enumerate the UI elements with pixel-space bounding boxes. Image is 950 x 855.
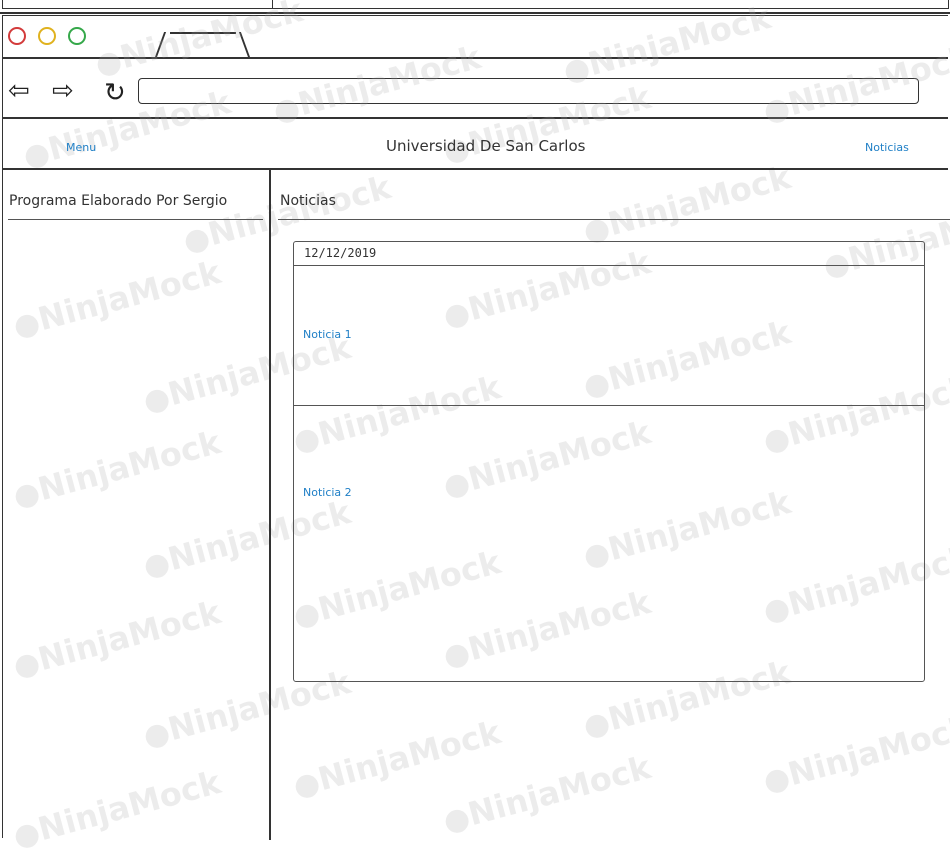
maximize-window-button[interactable]: [68, 27, 86, 45]
top-strip-frame: [2, 0, 949, 9]
reload-icon[interactable]: ↻: [104, 80, 126, 106]
back-arrow-icon[interactable]: ⇦: [8, 78, 30, 104]
noticias-nav-link[interactable]: Noticias: [865, 141, 909, 154]
news-item-link-1[interactable]: Noticia 1: [303, 328, 352, 341]
news-item-link-2[interactable]: Noticia 2: [303, 486, 352, 499]
news-card-divider: [293, 265, 925, 266]
menu-link[interactable]: Menu: [66, 141, 96, 154]
address-bar-input[interactable]: [138, 78, 919, 104]
section-title-underline: [278, 219, 950, 220]
address-bar-divider: [2, 117, 948, 119]
page-title: Universidad De San Carlos: [386, 137, 586, 155]
forward-arrow-icon[interactable]: ⇨: [52, 78, 74, 104]
top-strip-divider: [272, 0, 273, 9]
sidebar-title-underline: [8, 219, 263, 220]
news-card-divider: [293, 405, 925, 406]
news-date: 12/12/2019: [304, 246, 377, 260]
news-card: [293, 241, 925, 682]
tab-bar-divider: [2, 57, 948, 59]
section-title: Noticias: [280, 193, 336, 209]
header-divider: [2, 168, 948, 170]
minimize-window-button[interactable]: [38, 27, 56, 45]
close-window-button[interactable]: [8, 27, 26, 45]
sidebar-border: [269, 170, 271, 840]
sidebar-title: Programa Elaborado Por Sergio: [9, 193, 228, 209]
